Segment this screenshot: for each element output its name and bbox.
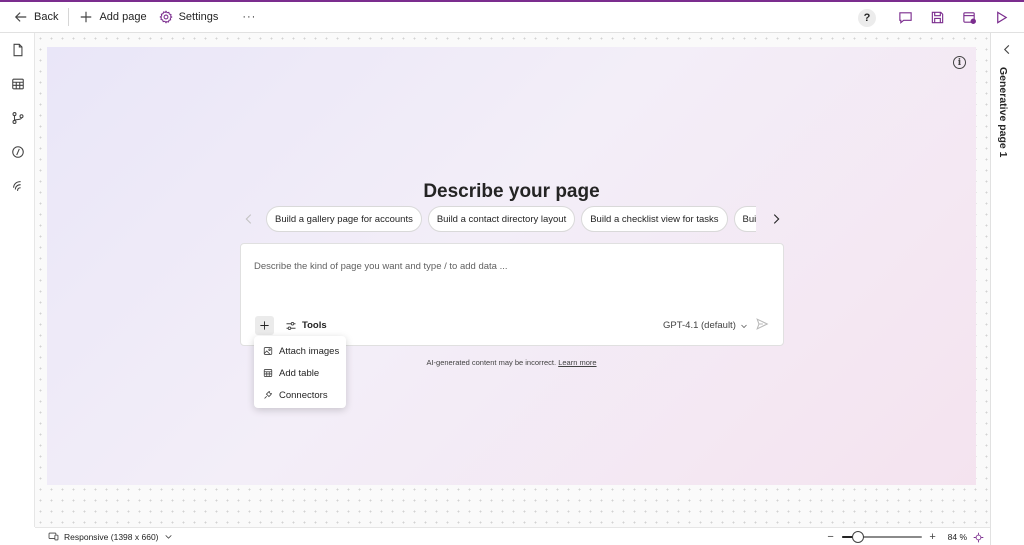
design-canvas: i Describe your page Build a gallery pag…: [35, 33, 990, 527]
arrow-left-icon: [14, 12, 27, 22]
publish-button[interactable]: [958, 7, 980, 29]
zoom-percent: 84 %: [947, 532, 967, 542]
preview-button[interactable]: [990, 7, 1012, 29]
branch-icon: [11, 112, 24, 124]
zoom-controls: − + 84 %: [826, 530, 984, 544]
chevron-left-icon[interactable]: [1002, 44, 1013, 55]
tools-label: Tools: [302, 320, 327, 331]
suggestion-chip[interactable]: Build a gallery page for accounts: [266, 206, 422, 232]
settings-button[interactable]: Settings: [153, 5, 225, 29]
image-icon: [263, 347, 273, 355]
status-bar: Responsive (1398 x 660) − + 84 %: [35, 527, 990, 545]
page-title: Describe your page: [423, 181, 600, 202]
menu-item-label: Attach images: [279, 345, 340, 357]
table-icon: [11, 78, 24, 90]
plus-icon: [260, 321, 269, 330]
page-icon: [13, 43, 22, 57]
device-selector[interactable]: Responsive (1398 x 660): [35, 531, 173, 542]
prompt-input[interactable]: [254, 258, 754, 274]
add-attachment-button[interactable]: [255, 316, 274, 335]
model-label: GPT-4.1 (default): [663, 320, 736, 331]
chevron-right-icon[interactable]: [769, 212, 783, 226]
save-button[interactable]: [926, 7, 948, 29]
chevron-left-icon[interactable]: [242, 212, 256, 226]
suggestion-chip[interactable]: Build a checklist view for tasks: [581, 206, 728, 232]
help-button[interactable]: ?: [856, 7, 878, 29]
menu-item-connectors[interactable]: Connectors: [254, 384, 346, 406]
attachment-menu: Attach images Add table Connectors: [254, 336, 346, 408]
info-icon[interactable]: i: [953, 56, 966, 69]
model-selector[interactable]: GPT-4.1 (default): [663, 316, 748, 335]
gear-icon: [158, 10, 173, 24]
sliders-icon: [286, 321, 296, 330]
send-icon[interactable]: [755, 317, 769, 331]
zoom-in-button[interactable]: +: [928, 531, 938, 543]
toolbar-divider: [68, 8, 70, 26]
add-page-label: Add page: [99, 11, 147, 23]
zoom-slider[interactable]: [841, 531, 922, 543]
left-rail: [0, 33, 35, 527]
prompt-box: Tools GPT-4.1 (default): [240, 243, 784, 346]
rail-flows-button[interactable]: [0, 101, 35, 135]
back-label: Back: [34, 11, 59, 23]
copilot-icon: [12, 181, 21, 191]
ai-disclaimer: AI-generated content may be incorrect. L…: [47, 358, 976, 367]
rail-code-button[interactable]: [0, 135, 35, 169]
chevron-down-icon: [164, 535, 172, 539]
help-icon: ?: [858, 8, 876, 27]
page-artboard: i Describe your page Build a gallery pag…: [47, 47, 976, 485]
top-toolbar: Back Add page Settings ··· ?: [0, 0, 1024, 33]
table-icon: [263, 369, 273, 377]
add-page-button[interactable]: Add page: [73, 5, 152, 29]
save-icon: [931, 11, 943, 24]
comment-icon: [898, 12, 912, 24]
tools-button[interactable]: Tools: [285, 316, 327, 335]
suggestion-chip[interactable]: Build a: [733, 206, 756, 232]
chevron-down-icon: [741, 324, 747, 328]
back-button[interactable]: Back: [8, 5, 64, 29]
responsive-icon: [48, 532, 59, 541]
suggestion-chip[interactable]: Build a contact directory layout: [427, 206, 576, 232]
zoom-out-button[interactable]: −: [826, 531, 836, 543]
disclaimer-text: AI-generated content may be incorrect.: [426, 358, 557, 367]
zoom-slider-thumb[interactable]: [851, 531, 864, 543]
learn-more-link[interactable]: Learn more: [558, 358, 596, 367]
code-icon: [11, 146, 24, 158]
plug-icon: [264, 390, 273, 399]
panel-title: Generative page 1: [997, 67, 1009, 158]
suggestion-chips: Build a gallery page for accounts Build a…: [266, 206, 756, 234]
publish-icon: [962, 12, 976, 24]
toolbar-actions: ?: [856, 2, 1024, 33]
more-options-label: ···: [242, 11, 257, 23]
fit-to-screen-icon[interactable]: [973, 532, 984, 543]
properties-panel: Generative page 1: [990, 33, 1024, 545]
settings-label: Settings: [178, 11, 219, 23]
play-icon: [996, 11, 1007, 24]
comments-button[interactable]: [894, 7, 916, 29]
device-label: Responsive (1398 x 660): [64, 531, 159, 542]
suggestions-carousel: Build a gallery page for accounts Build a…: [242, 206, 782, 234]
more-options-button[interactable]: ···: [236, 5, 262, 29]
plus-icon: [81, 11, 92, 23]
rail-copilot-button[interactable]: [0, 169, 35, 203]
menu-item-label: Add table: [279, 367, 320, 379]
menu-item-label: Connectors: [279, 389, 328, 401]
rail-data-button[interactable]: [0, 67, 35, 101]
rail-pages-button[interactable]: [0, 33, 35, 67]
